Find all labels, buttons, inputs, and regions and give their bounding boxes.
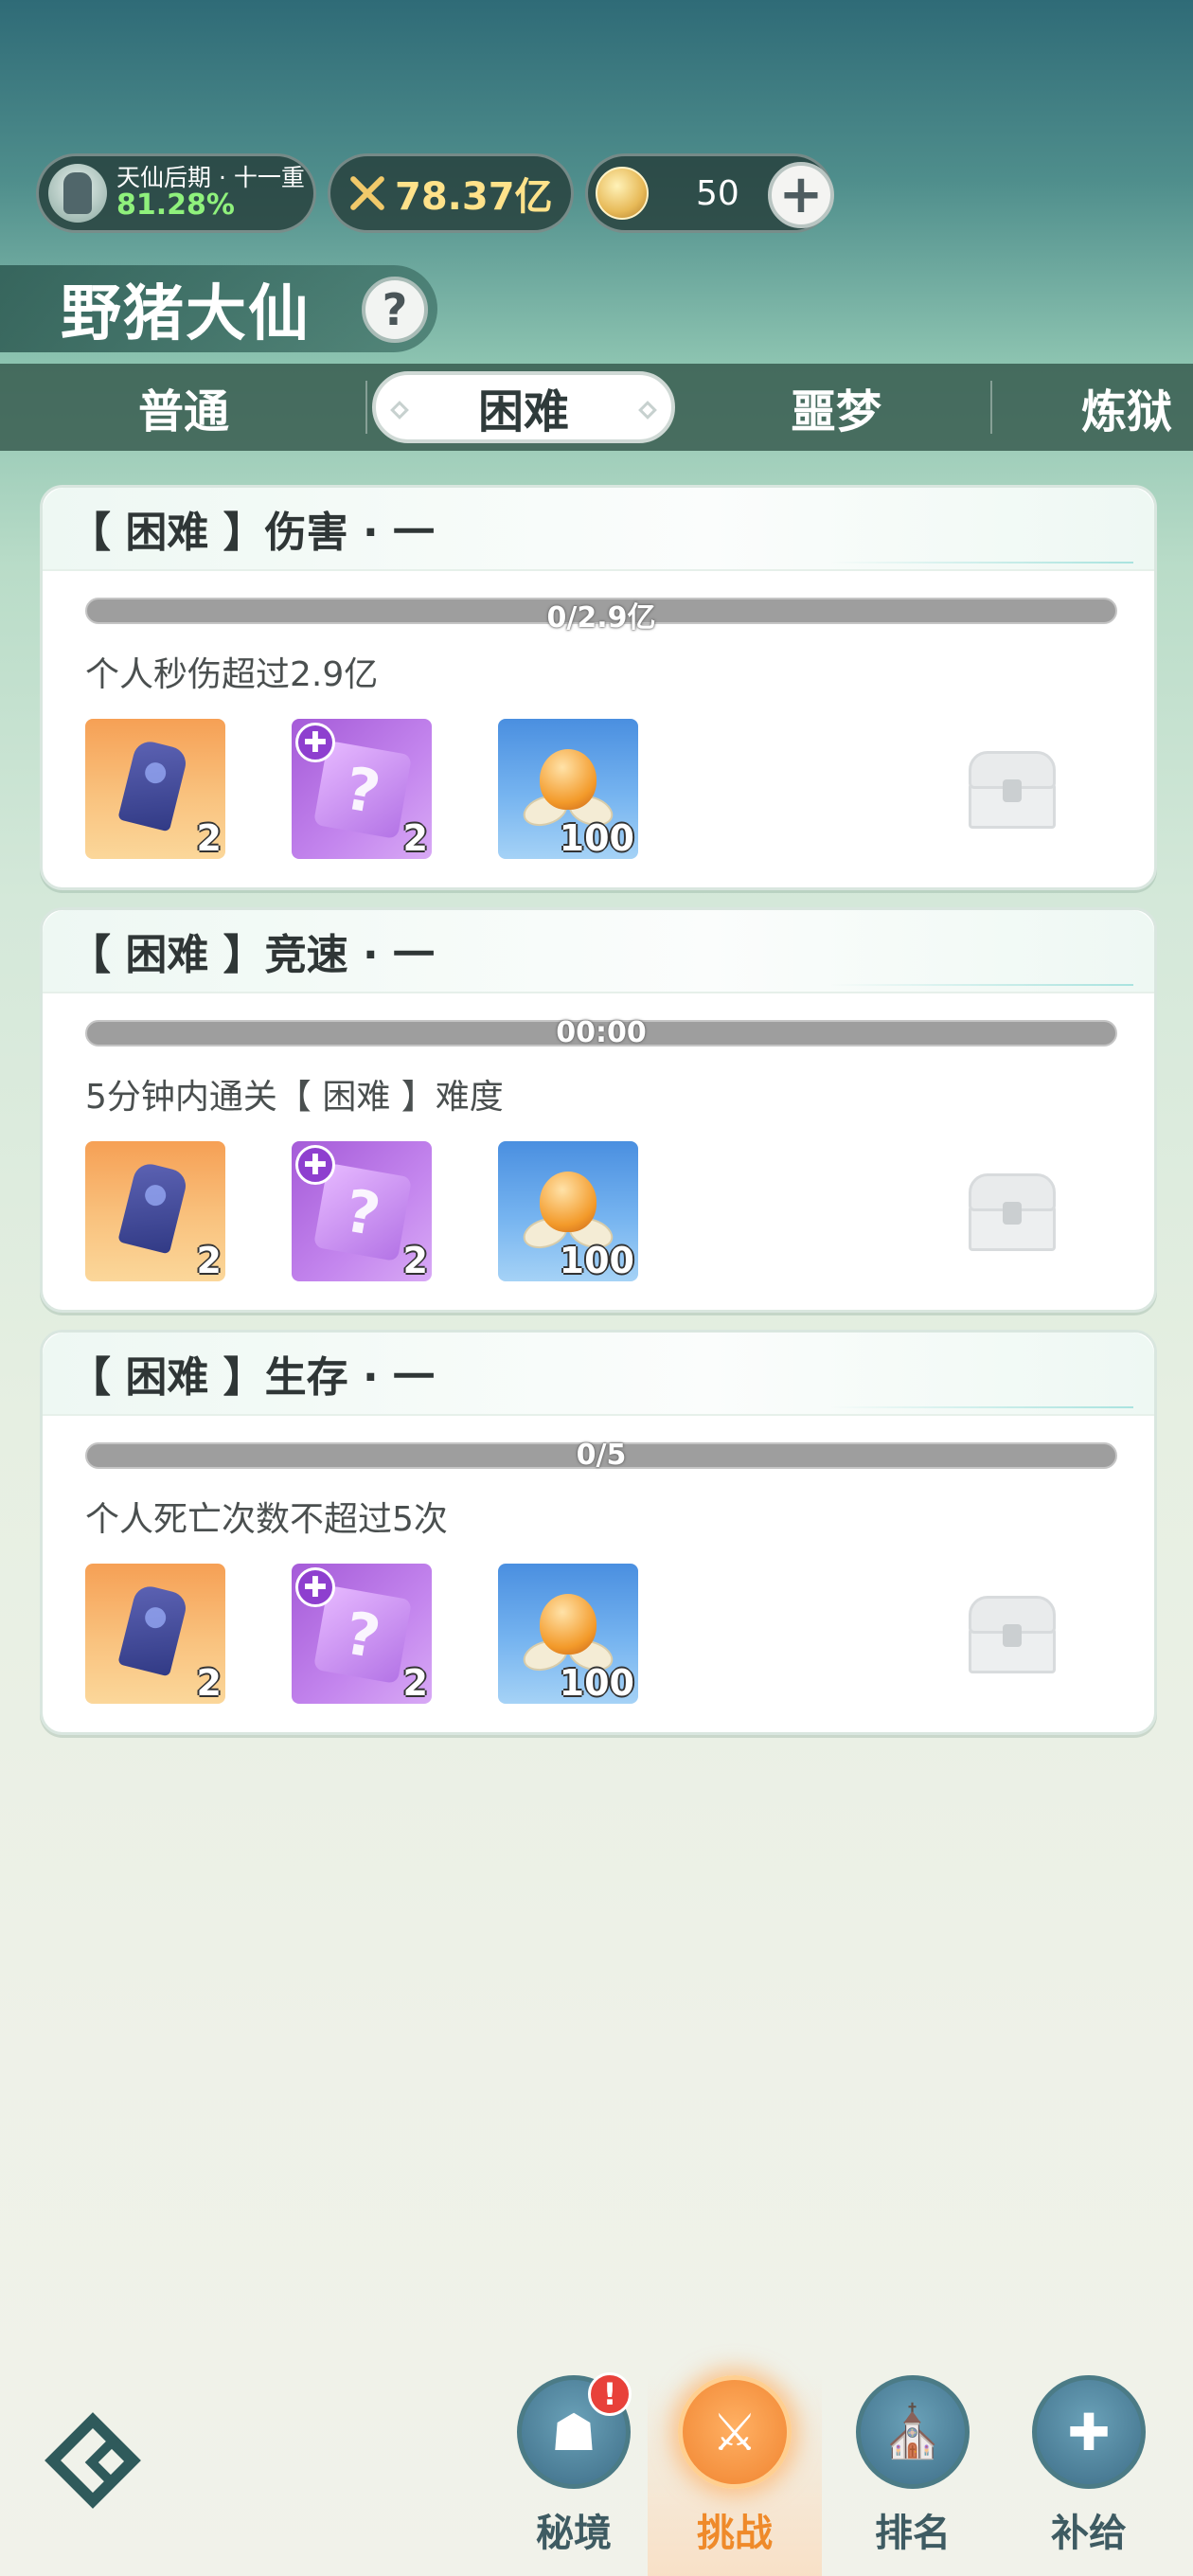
help-button[interactable]: ? [362,277,428,343]
demon-mask-icon: ☗! [517,2372,632,2489]
crystal-icon [117,1160,189,1255]
reward-qty: 2 [402,817,428,859]
page-title: 野猪大仙 [61,279,311,349]
challenge-card-damage: 【 困难 】伤害 · 一 0/2.9亿 个人秒伤超过2.9亿 2 ? ✚ 2 100 [40,485,1157,890]
challenge-description: 5分钟内通关【 困难 】难度 [85,1078,504,1117]
tab-label: 炼狱 [1080,385,1172,438]
challenge-description: 个人死亡次数不超过5次 [85,1500,448,1539]
reward-mystery-box[interactable]: ? ✚ 2 [292,1141,432,1281]
tab-nightmare[interactable]: 噩梦 [680,364,992,451]
treasure-chest-icon[interactable] [963,1590,1061,1679]
reward-qty: 2 [196,817,222,859]
reward-qty: 2 [196,1662,222,1704]
reward-list: 2 ? ✚ 2 100 [85,1564,638,1704]
nav-label: 秘境 [536,2512,612,2555]
reward-crystal[interactable]: 2 [85,1564,225,1704]
tab-purgatory[interactable]: 炼狱 [992,364,1193,451]
tab-hard[interactable]: 困难 [367,364,680,451]
reward-lotus[interactable]: 100 [498,1564,638,1704]
reward-qty: 2 [196,1240,222,1281]
puzzle-badge-icon: ✚ [295,1145,335,1185]
reward-crystal[interactable]: 2 [85,719,225,859]
boss-title-bar: 野猪大仙 ? [0,265,437,352]
reward-crystal[interactable]: 2 [85,1141,225,1281]
nav-supply[interactable]: ✚ 补给 [1015,2375,1163,2565]
reward-qty: 100 [559,1240,634,1281]
power-pill[interactable]: 78.37亿 [328,153,574,233]
challenge-card-survival: 【 困难 】生存 · 一 0/5 个人死亡次数不超过5次 2 ? ✚ 2 100 [40,1330,1157,1735]
nav-secret-realm[interactable]: ☗! 秘境 [500,2372,648,2565]
progress-text: 00:00 [556,1016,647,1049]
cultivator-avatar-icon [48,164,107,223]
add-currency-button[interactable]: + [768,162,834,228]
tab-label: 困难 [477,385,569,438]
challenge-description: 个人秒伤超过2.9亿 [85,655,379,694]
puzzle-badge-icon: ✚ [295,723,335,762]
reward-mystery-box[interactable]: ? ✚ 2 [292,719,432,859]
progress-text: 0/2.9亿 [546,601,656,635]
reward-mystery-box[interactable]: ? ✚ 2 [292,1564,432,1704]
progress-bar: 00:00 [85,1016,1117,1049]
treasure-chest-icon[interactable] [963,745,1061,834]
realm-percent: 81.28% [116,188,235,223]
reward-lotus[interactable]: 100 [498,719,638,859]
puzzle-badge-icon: ✚ [295,1567,335,1607]
challenge-title: 【 困难 】生存 · 一 [69,1353,435,1402]
coin-icon [596,167,649,220]
back-logo-button[interactable] [40,2412,163,2509]
challenge-card-speed: 【 困难 】竞速 · 一 00:00 5分钟内通关【 困难 】难度 2 ? ✚ 2 … [40,907,1157,1313]
reward-qty: 2 [402,1240,428,1281]
progress-bar: 0/2.9亿 [85,598,1117,635]
nav-challenge[interactable]: ⚔ 挑战 [648,2375,822,2576]
tab-normal[interactable]: 普通 [0,364,367,451]
challenge-title: 【 困难 】竞速 · 一 [69,931,435,979]
reward-list: 2 ? ✚ 2 100 [85,1141,638,1281]
nav-ranking[interactable]: ⛪ 排名 [839,2375,987,2565]
supply-icon: ✚ [1032,2375,1146,2489]
challenge-title: 【 困难 】伤害 · 一 [69,509,435,557]
swords-icon: ⚔ [678,2375,792,2489]
nav-label: 排名 [875,2512,951,2555]
reward-qty: 100 [559,1662,634,1704]
power-value: 78.37亿 [395,175,553,219]
nav-label: 补给 [1051,2512,1127,2555]
realm-title: 天仙后期 · 十一重 [116,164,305,192]
currency-pill[interactable]: 50 + [585,153,834,233]
crystal-icon [117,738,189,832]
treasure-chest-icon[interactable] [963,1168,1061,1257]
tab-label: 噩梦 [790,385,881,438]
ranking-icon: ⛪ [856,2375,970,2489]
progress-bar: 0/5 [85,1439,1117,1472]
diamond-ornament-icon [638,401,657,420]
alert-badge: ! [588,2372,632,2416]
reward-lotus[interactable]: 100 [498,1141,638,1281]
coin-count: 50 [696,173,739,213]
crossed-swords-icon [346,172,387,214]
crystal-icon [117,1583,189,1677]
realm-pill[interactable]: 天仙后期 · 十一重 81.28% [36,153,316,233]
reward-qty: 100 [559,817,634,859]
diamond-ornament-icon [390,401,409,420]
status-bar: 天仙后期 · 十一重 81.28% 78.37亿 50 + [36,153,834,233]
difficulty-tabs: 普通 困难 噩梦 炼狱 [0,364,1193,451]
nav-label: 挑战 [697,2512,773,2555]
tab-label: 普通 [137,385,229,438]
progress-text: 0/5 [576,1439,627,1472]
reward-qty: 2 [402,1662,428,1704]
reward-list: 2 ? ✚ 2 100 [85,719,638,859]
